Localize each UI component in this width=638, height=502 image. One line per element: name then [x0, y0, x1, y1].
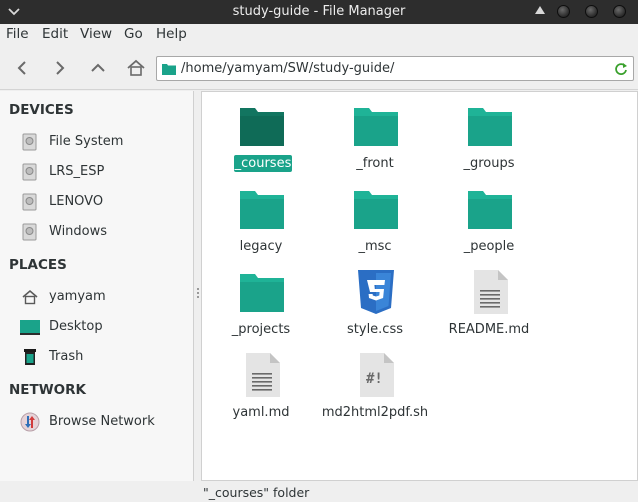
sidebar-item-label: Windows — [49, 224, 108, 239]
file-name: legacy — [239, 239, 283, 254]
sidebar-item-desktop[interactable]: Desktop — [0, 314, 194, 340]
folder-icon — [240, 191, 284, 229]
hard-drive-icon — [22, 133, 37, 151]
minimize-button[interactable] — [557, 5, 570, 18]
places-header: PLACES — [9, 257, 67, 273]
file-name: _people — [463, 239, 515, 254]
sidebar-item-trash[interactable]: Trash — [0, 344, 194, 370]
file-item-groups[interactable]: _groups — [432, 94, 546, 174]
menu-bar: File Edit View Go Help — [0, 24, 638, 46]
sidebar-item-label: File System — [49, 134, 124, 149]
devices-header: DEVICES — [9, 102, 74, 118]
home-icon — [127, 59, 145, 76]
file-name: style.css — [347, 322, 403, 337]
trash-icon — [24, 349, 36, 365]
sidebar-item-browse-network[interactable]: Browse Network — [0, 409, 194, 435]
home-button[interactable] — [124, 56, 148, 80]
shade-window-icon[interactable] — [535, 6, 545, 14]
folder-icon — [240, 274, 284, 312]
script-file-icon: #! — [360, 353, 394, 397]
file-name: _front — [356, 156, 394, 171]
sidebar-item-label: Browse Network — [49, 414, 155, 429]
folder-icon — [468, 191, 512, 229]
sidebar-item-windows[interactable]: Windows — [0, 219, 194, 245]
sidebar-item-label: LRS_ESP — [49, 164, 105, 179]
refresh-icon[interactable] — [613, 61, 629, 77]
network-header: NETWORK — [9, 382, 86, 398]
folder-icon — [354, 108, 398, 146]
location-path[interactable]: /home/yamyam/SW/study-guide/ — [181, 61, 394, 76]
folder-icon — [240, 108, 284, 146]
home-icon — [22, 289, 38, 305]
file-name: _msc — [358, 239, 392, 254]
toolbar: /home/yamyam/SW/study-guide/ — [0, 46, 638, 90]
file-item-courses[interactable]: _courses — [204, 94, 318, 174]
back-button[interactable] — [10, 56, 34, 80]
maximize-button[interactable] — [585, 5, 598, 18]
desktop-icon — [20, 320, 40, 335]
status-text: "_courses" folder — [203, 485, 310, 500]
sidebar-item-label: LENOVO — [49, 194, 104, 209]
file-name: README.md — [448, 322, 530, 337]
menu-help[interactable]: Help — [156, 26, 187, 42]
svg-text:#!: #! — [366, 371, 383, 387]
up-button[interactable] — [86, 56, 110, 80]
hard-drive-icon — [22, 223, 37, 241]
file-item-front[interactable]: _front — [318, 94, 432, 174]
hard-drive-icon — [22, 193, 37, 211]
forward-button[interactable] — [48, 56, 72, 80]
file-name: _courses — [234, 155, 292, 172]
file-name: _projects — [231, 322, 291, 337]
network-icon — [20, 412, 40, 432]
file-icon-view: _courses _front _groups legacy _msc _peo… — [201, 91, 638, 481]
sidebar: DEVICES File System LRS_ESP LENOVO Windo… — [0, 91, 194, 481]
pane-resize-handle[interactable] — [196, 288, 200, 302]
sidebar-item-yamyam[interactable]: yamyam — [0, 284, 194, 310]
sidebar-item-lrs-esp[interactable]: LRS_ESP — [0, 159, 194, 185]
file-name: md2html2pdf.sh — [321, 405, 429, 420]
folder-icon — [468, 108, 512, 146]
sidebar-item-label: Trash — [49, 349, 84, 364]
location-bar[interactable]: /home/yamyam/SW/study-guide/ — [156, 56, 634, 81]
file-item-projects[interactable]: _projects — [204, 260, 318, 340]
sidebar-item-label: yamyam — [49, 289, 106, 304]
file-item-legacy[interactable]: legacy — [204, 177, 318, 257]
text-file-icon — [246, 353, 280, 397]
file-item-people[interactable]: _people — [432, 177, 546, 257]
status-bar: "_courses" folder — [0, 481, 638, 502]
sidebar-item-label: Desktop — [49, 319, 103, 334]
close-button[interactable] — [613, 5, 626, 18]
folder-icon — [162, 64, 176, 75]
hard-drive-icon — [22, 163, 37, 181]
css-file-icon — [358, 270, 394, 314]
file-name: yaml.md — [232, 405, 290, 420]
menu-file[interactable]: File — [6, 26, 29, 42]
title-bar: study-guide - File Manager — [0, 0, 638, 24]
menu-edit[interactable]: Edit — [42, 26, 68, 42]
file-item-md2html2pdf[interactable]: #! md2html2pdf.sh — [318, 343, 432, 423]
text-file-icon — [474, 270, 508, 314]
file-item-msc[interactable]: _msc — [318, 177, 432, 257]
sidebar-item-file-system[interactable]: File System — [0, 129, 194, 155]
file-name: _groups — [463, 156, 515, 171]
file-item-yaml[interactable]: yaml.md — [204, 343, 318, 423]
folder-icon — [354, 191, 398, 229]
sidebar-item-lenovo[interactable]: LENOVO — [0, 189, 194, 215]
back-arrow-icon — [17, 61, 26, 75]
menu-go[interactable]: Go — [124, 26, 143, 42]
forward-arrow-icon — [56, 61, 65, 75]
file-item-style-css[interactable]: style.css — [318, 260, 432, 340]
file-item-readme[interactable]: README.md — [432, 260, 546, 340]
menu-view[interactable]: View — [80, 26, 112, 42]
up-arrow-icon — [91, 63, 105, 72]
